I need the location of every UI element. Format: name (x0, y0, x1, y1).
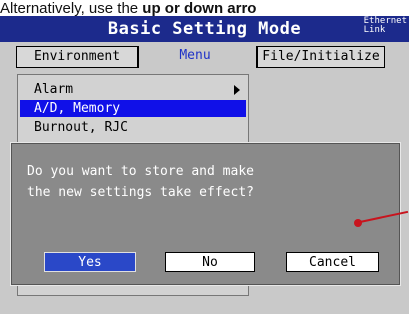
submenu-arrow-icon (234, 85, 240, 95)
menu-item-label: Alarm (34, 82, 74, 97)
menu-item-label: Burnout, RJC (34, 120, 128, 135)
callout-marker-dot (354, 219, 362, 227)
device-screen: Basic Setting Mode Ethernet Link Environ… (0, 16, 409, 314)
link-label: Link (363, 25, 386, 35)
tab-environment[interactable]: Environment (16, 46, 139, 68)
menu-item-ad-memory[interactable]: A/D, Memory (20, 100, 246, 117)
menu-item-alarm[interactable]: Alarm (20, 81, 246, 98)
menu-item-label: A/D, Memory (34, 101, 121, 116)
screen-title: Basic Setting Mode (107, 19, 302, 39)
ethernet-link-badge: Ethernet Link (364, 17, 407, 35)
caption-text: Alternatively, use the (0, 0, 143, 17)
tab-menu[interactable]: Menu (140, 46, 250, 66)
dialog-message: Do you want to store and make the new se… (27, 164, 254, 200)
cancel-button[interactable]: Cancel (286, 252, 379, 272)
no-button[interactable]: No (165, 252, 255, 272)
title-bar: Basic Setting Mode Ethernet Link (0, 16, 409, 42)
caption-bold-text: up or down arro (142, 0, 257, 17)
tab-file-initialize[interactable]: File/Initialize (256, 46, 385, 68)
menu-item-burnout-rjc[interactable]: Burnout, RJC (20, 119, 246, 136)
yes-button[interactable]: Yes (44, 252, 136, 272)
